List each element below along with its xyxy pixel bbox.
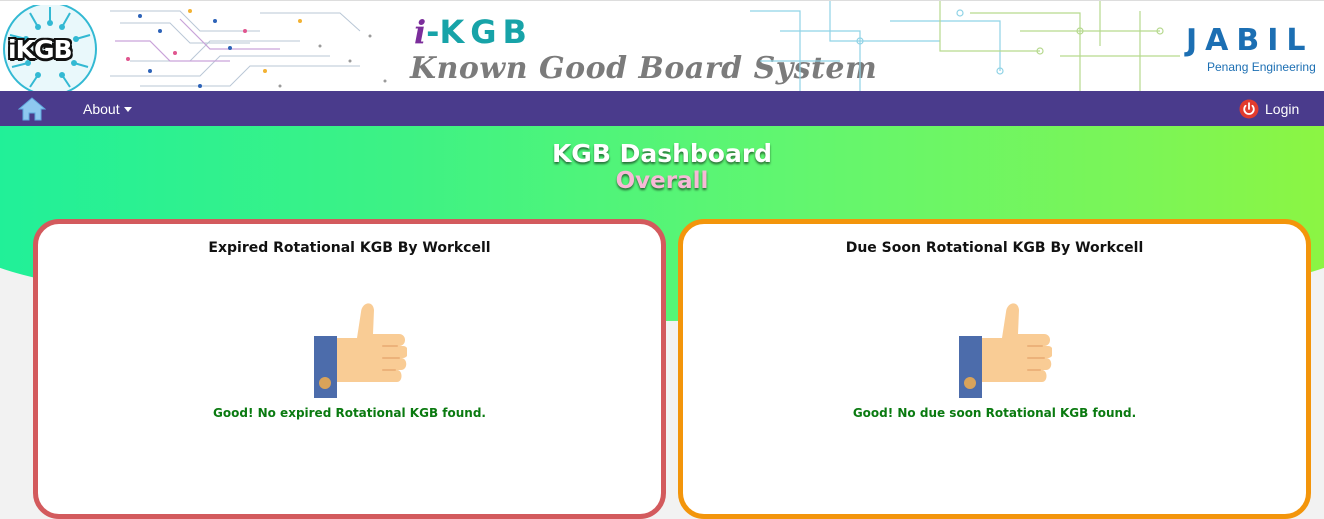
login-label: Login (1265, 101, 1300, 117)
company-subtitle: Penang Engineering (1207, 60, 1316, 74)
expired-kgb-card: Expired Rotational KGB By Workcell Good!… (33, 219, 666, 519)
card-message: Good! No due soon Rotational KGB found. (852, 406, 1137, 420)
card-message: Good! No expired Rotational KGB found. (213, 406, 486, 420)
card-title: Expired Rotational KGB By Workcell (208, 240, 491, 256)
due-soon-kgb-card: Due Soon Rotational KGB By Workcell Good… (678, 219, 1311, 519)
circuit-decoration-right (750, 1, 1180, 91)
thumbs-up-icon (314, 303, 407, 398)
brand-i: i (414, 13, 427, 51)
company-logo: JABIL (1186, 23, 1314, 58)
login-button[interactable]: Login (1239, 99, 1299, 119)
page-subtitle: Overall (615, 168, 709, 194)
nav-bar: About Login (0, 91, 1324, 126)
page-title: KGB Dashboard (551, 139, 773, 168)
brand-dash: - (426, 13, 440, 51)
brand-title: i-KGB (414, 13, 533, 51)
about-menu[interactable]: About (83, 101, 132, 117)
power-icon (1239, 99, 1259, 119)
about-label: About (83, 101, 120, 117)
card-title: Due Soon Rotational KGB By Workcell (845, 240, 1144, 256)
chevron-down-icon (123, 107, 132, 112)
home-icon[interactable] (18, 96, 46, 121)
header-banner: iKGB i-KGB Known Good Board System JABIL… (0, 0, 1324, 91)
thumbs-up-icon (959, 303, 1052, 398)
logo-text: iKGB (8, 35, 73, 64)
brand-kgb: KGB (439, 13, 533, 51)
